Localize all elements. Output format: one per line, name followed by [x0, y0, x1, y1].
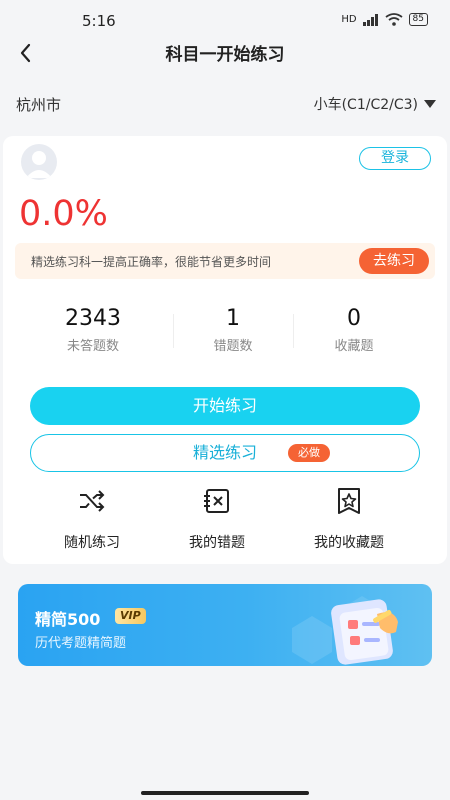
vip-banner[interactable]: 精简500 VIP 历代考题精简题	[18, 584, 432, 666]
required-badge: 必做	[288, 444, 330, 462]
tip-text: 精选练习科一提高正确率，很能节省更多时间	[31, 255, 272, 269]
status-icons: HD 85	[341, 13, 428, 26]
stat-wrong[interactable]: 1 错题数	[163, 306, 303, 354]
quick-link-label: 我的收藏题	[314, 535, 384, 551]
caret-down-icon	[424, 100, 436, 108]
city-selector[interactable]: 杭州市	[16, 94, 61, 115]
wifi-icon	[385, 13, 403, 26]
vehicle-type-label: 小车(C1/C2/C3)	[313, 97, 418, 113]
page-title: 科目一开始练习	[165, 45, 285, 65]
stat-favorites[interactable]: 0 收藏题	[284, 306, 424, 354]
status-bar: 5:16 HD 85	[0, 0, 450, 38]
selected-practice-button[interactable]: 精选练习 必做	[30, 434, 420, 472]
accuracy-rate: 0.0%	[19, 194, 108, 234]
favorite-star-icon	[338, 488, 360, 514]
vip-badge: VIP	[115, 608, 146, 624]
stats-row: 2343 未答题数 1 错题数 0 收藏题	[3, 306, 447, 356]
quick-link-label: 随机练习	[64, 535, 120, 551]
shuffle-icon	[80, 490, 105, 512]
battery-icon: 85	[408, 13, 428, 26]
tip-banner: 精选练习科一提高正确率，很能节省更多时间 去练习	[15, 243, 435, 279]
practice-card: 登录 0.0% 精选练习科一提高正确率，很能节省更多时间 去练习 2343 未答…	[3, 136, 447, 564]
banner-subtitle: 历代考题精简题	[35, 636, 127, 651]
status-time: 5:16	[82, 12, 116, 30]
selected-practice-label: 精选练习	[192, 443, 257, 462]
go-practice-button[interactable]: 去练习	[359, 248, 429, 274]
my-wrong-questions-link[interactable]: 我的错题	[147, 486, 287, 552]
quick-link-label: 我的错题	[189, 535, 245, 551]
login-button[interactable]: 登录	[359, 147, 431, 170]
stat-value: 2343	[65, 306, 121, 331]
user-avatar-icon	[26, 151, 52, 178]
random-practice-link[interactable]: 随机练习	[22, 486, 162, 552]
signal-icon	[362, 13, 378, 26]
stat-label: 收藏题	[334, 339, 374, 354]
nav-bar: 科目一开始练习	[0, 38, 450, 68]
stat-label: 未答题数	[66, 339, 119, 354]
network-label: HD	[341, 14, 357, 25]
start-practice-button[interactable]: 开始练习	[30, 387, 420, 425]
banner-title: 精简500	[35, 610, 101, 629]
clipboard-illustration-icon	[292, 596, 398, 665]
home-indicator	[141, 791, 309, 795]
stat-value: 1	[226, 306, 240, 331]
avatar[interactable]	[21, 144, 57, 180]
my-favorites-link[interactable]: 我的收藏题	[279, 486, 419, 552]
stat-label: 错题数	[213, 339, 253, 354]
wrong-question-icon	[204, 489, 229, 513]
stat-unanswered[interactable]: 2343 未答题数	[23, 306, 163, 354]
stat-value: 0	[347, 306, 361, 331]
location-row: 杭州市 小车(C1/C2/C3)	[0, 88, 450, 118]
vehicle-type-selector[interactable]: 小车(C1/C2/C3)	[314, 94, 436, 114]
